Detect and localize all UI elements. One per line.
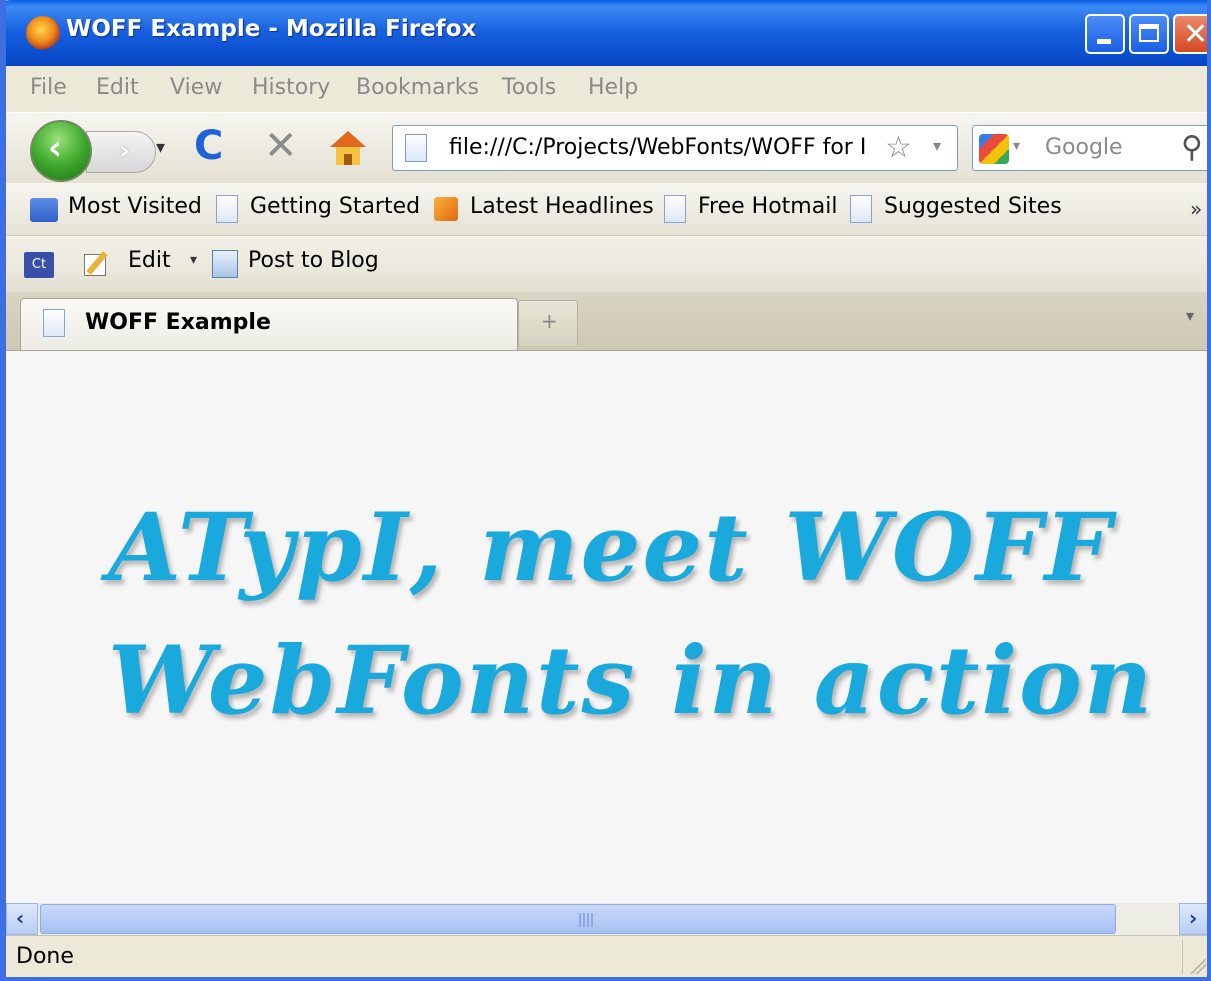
chevron-right-icon: › <box>1189 906 1198 930</box>
resize-grip-icon[interactable] <box>1188 956 1206 974</box>
tab-strip: WOFF Example + ▾ <box>6 292 1207 351</box>
status-text: Done <box>16 944 74 969</box>
navigation-toolbar: › ‹ ▾ C ✕ file:///C:/Projects/WebFonts/W… <box>6 112 1207 184</box>
stop-icon[interactable]: ✕ <box>264 123 298 169</box>
menu-history[interactable]: History <box>252 75 330 100</box>
search-engine-dropdown-icon[interactable]: ▾ <box>1013 138 1020 154</box>
url-bar[interactable]: file:///C:/Projects/WebFonts/WOFF for I … <box>392 125 958 171</box>
scroll-left-button[interactable]: ‹ <box>6 903 38 935</box>
menu-file[interactable]: File <box>30 75 67 100</box>
chevron-left-icon: ‹ <box>16 906 25 930</box>
status-bar: Done <box>6 935 1207 977</box>
page-icon <box>405 134 427 162</box>
menu-edit[interactable]: Edit <box>96 75 139 100</box>
search-input[interactable]: Google <box>1045 135 1123 160</box>
bookmark-getting-started[interactable]: Getting Started <box>250 194 420 219</box>
headline-line-1: ATypI, meet WOFF <box>108 493 1114 603</box>
tab-woff-example[interactable]: WOFF Example <box>20 298 518 350</box>
blog-icon[interactable] <box>212 250 238 278</box>
tab-list-dropdown-icon[interactable]: ▾ <box>1186 306 1194 325</box>
rss-feed-icon <box>434 197 458 221</box>
title-bar[interactable]: WOFF Example - Mozilla Firefox ✕ <box>6 0 1209 66</box>
horizontal-scrollbar[interactable]: ‹ › <box>6 903 1207 935</box>
tab-title: WOFF Example <box>85 310 271 335</box>
grip-icon <box>579 913 595 927</box>
history-dropdown-icon[interactable]: ▾ <box>156 137 165 158</box>
menu-view[interactable]: View <box>170 75 222 100</box>
url-dropdown-icon[interactable]: ▾ <box>933 136 941 155</box>
menu-bar: File Edit View History Bookmarks Tools H… <box>6 66 1207 112</box>
post-to-blog-button[interactable]: Post to Blog <box>248 248 379 273</box>
search-icon[interactable]: ⚲ <box>1181 130 1203 165</box>
status-divider <box>1182 940 1183 974</box>
page-icon <box>850 195 872 223</box>
maximize-button[interactable] <box>1129 14 1169 54</box>
edit-button[interactable]: Edit <box>128 248 171 273</box>
menu-tools[interactable]: Tools <box>502 75 556 100</box>
firefox-icon[interactable] <box>26 16 60 50</box>
headline-line-2: WebFonts in action <box>108 626 1155 736</box>
plus-icon: + <box>541 309 558 333</box>
menu-bookmarks[interactable]: Bookmarks <box>356 75 479 100</box>
close-button[interactable]: ✕ <box>1173 14 1209 54</box>
bookmark-suggested-sites[interactable]: Suggested Sites <box>884 194 1062 219</box>
bookmark-latest-headlines[interactable]: Latest Headlines <box>470 194 654 219</box>
window-title: WOFF Example - Mozilla Firefox <box>66 16 477 42</box>
page-content: ATypI, meet WOFF WebFonts in action <box>6 351 1207 903</box>
search-bar[interactable]: ▾ Google ⚲ <box>972 125 1207 171</box>
edit-pencil-icon[interactable] <box>84 250 114 278</box>
back-arrow-icon: ‹ <box>48 128 63 168</box>
browser-window: WOFF Example - Mozilla Firefox ✕ File Ed… <box>0 0 1211 981</box>
google-engine-icon[interactable] <box>979 134 1009 164</box>
minimize-button[interactable] <box>1085 14 1125 54</box>
ct-addon-icon[interactable]: Ct <box>24 252 54 278</box>
bookmark-free-hotmail[interactable]: Free Hotmail <box>698 194 837 219</box>
close-icon: ✕ <box>1183 17 1209 52</box>
scrollbar-thumb[interactable] <box>40 904 1116 934</box>
bookmark-star-icon[interactable]: ☆ <box>885 130 912 165</box>
page-icon <box>664 195 686 223</box>
bookmarks-toolbar: Most Visited Getting Started Latest Head… <box>6 183 1207 236</box>
forward-arrow-icon: › <box>119 136 130 166</box>
menu-help[interactable]: Help <box>588 75 638 100</box>
bookmark-most-visited[interactable]: Most Visited <box>68 194 202 219</box>
forward-button[interactable]: › <box>86 131 156 173</box>
url-input[interactable]: file:///C:/Projects/WebFonts/WOFF for I <box>449 135 881 160</box>
addon-toolbar: Ct Edit ▾ Post to Blog <box>6 236 1207 293</box>
most-visited-icon <box>30 198 58 222</box>
page-icon <box>216 195 238 223</box>
new-tab-button[interactable]: + <box>518 300 578 346</box>
back-button[interactable]: ‹ <box>30 120 92 182</box>
bookmarks-overflow-chevron-icon[interactable]: » <box>1190 197 1202 221</box>
scroll-right-button[interactable]: › <box>1179 903 1207 935</box>
home-icon[interactable] <box>330 131 366 165</box>
edit-dropdown-icon[interactable]: ▾ <box>190 252 197 268</box>
reload-icon[interactable]: C <box>194 123 223 169</box>
page-icon <box>43 309 65 337</box>
